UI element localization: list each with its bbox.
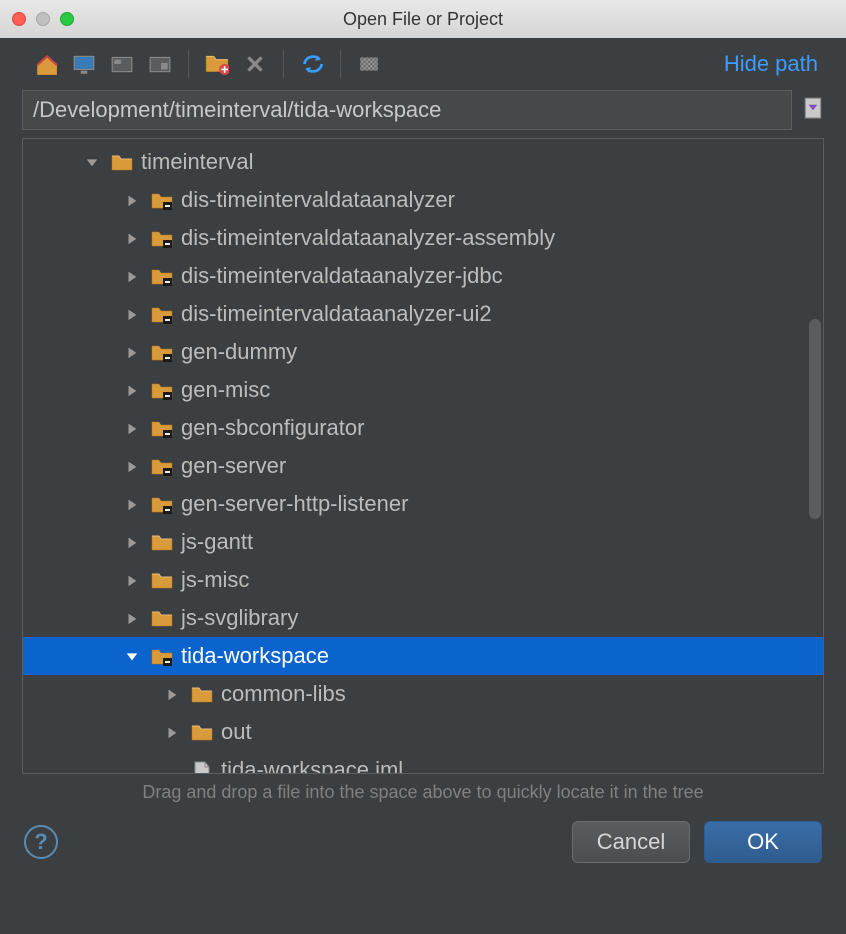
folder-icon bbox=[111, 152, 133, 172]
cancel-button[interactable]: Cancel bbox=[572, 821, 690, 863]
dialog-title: Open File or Project bbox=[0, 9, 846, 30]
dialog-buttons: ? Cancel OK bbox=[0, 815, 846, 879]
tree-row[interactable]: gen-sbconfigurator bbox=[23, 409, 823, 447]
tree-row[interactable]: js-misc bbox=[23, 561, 823, 599]
module-folder-icon bbox=[151, 494, 173, 514]
help-button[interactable]: ? bbox=[24, 825, 58, 859]
tree-item-label: gen-misc bbox=[181, 377, 270, 403]
module-folder-icon bbox=[151, 304, 173, 324]
file-tree[interactable]: timeinterval dis-timeintervaldataanalyzer… bbox=[22, 138, 824, 774]
tree-item-label: tida-workspace.iml bbox=[221, 757, 403, 774]
home-icon[interactable] bbox=[34, 52, 58, 76]
tree-item-label: gen-server bbox=[181, 453, 286, 479]
chevron-right-icon[interactable] bbox=[123, 457, 141, 475]
module-folder-icon bbox=[151, 380, 173, 400]
module-folder-icon bbox=[151, 266, 173, 286]
tree-row[interactable]: js-gantt bbox=[23, 523, 823, 561]
scrollbar-thumb[interactable] bbox=[809, 319, 821, 519]
tree-row[interactable]: gen-server-http-listener bbox=[23, 485, 823, 523]
tree-row[interactable]: gen-dummy bbox=[23, 333, 823, 371]
chevron-right-icon[interactable] bbox=[123, 305, 141, 323]
no-disclosure bbox=[163, 761, 181, 774]
module-folder-icon bbox=[151, 456, 173, 476]
tree-row[interactable]: dis-timeintervaldataanalyzer-ui2 bbox=[23, 295, 823, 333]
refresh-icon[interactable] bbox=[300, 52, 324, 76]
chevron-down-icon[interactable] bbox=[123, 647, 141, 665]
tree-row[interactable]: out bbox=[23, 713, 823, 751]
chevron-right-icon[interactable] bbox=[123, 381, 141, 399]
tree-item-label: dis-timeintervaldataanalyzer-jdbc bbox=[181, 263, 503, 289]
chevron-right-icon[interactable] bbox=[123, 267, 141, 285]
tree-row[interactable]: gen-misc bbox=[23, 371, 823, 409]
module-folder-icon bbox=[151, 418, 173, 438]
tree-item-label: common-libs bbox=[221, 681, 346, 707]
chevron-down-icon[interactable] bbox=[83, 153, 101, 171]
separator bbox=[340, 50, 341, 78]
history-dropdown-icon[interactable] bbox=[802, 96, 824, 124]
desktop-icon[interactable] bbox=[72, 52, 96, 76]
chevron-right-icon[interactable] bbox=[123, 571, 141, 589]
tree-item-label: tida-workspace bbox=[181, 643, 329, 669]
project-icon[interactable] bbox=[110, 52, 134, 76]
separator bbox=[283, 50, 284, 78]
show-hidden-icon[interactable] bbox=[357, 52, 381, 76]
folder-icon bbox=[151, 532, 173, 552]
tree-row[interactable]: dis-timeintervaldataanalyzer-jdbc bbox=[23, 257, 823, 295]
tree-row[interactable]: common-libs bbox=[23, 675, 823, 713]
tree-row[interactable]: timeinterval bbox=[23, 143, 823, 181]
tree-item-label: gen-sbconfigurator bbox=[181, 415, 364, 441]
window-controls bbox=[12, 12, 74, 26]
zoom-window-button[interactable] bbox=[60, 12, 74, 26]
module-icon[interactable] bbox=[148, 52, 172, 76]
tree-item-label: gen-dummy bbox=[181, 339, 297, 365]
chevron-right-icon[interactable] bbox=[123, 229, 141, 247]
tree-item-label: js-misc bbox=[181, 567, 249, 593]
chevron-right-icon[interactable] bbox=[123, 419, 141, 437]
chevron-right-icon[interactable] bbox=[123, 609, 141, 627]
file-icon bbox=[191, 760, 213, 774]
delete-icon[interactable] bbox=[243, 52, 267, 76]
titlebar: Open File or Project bbox=[0, 0, 846, 38]
tree-item-label: js-svglibrary bbox=[181, 605, 298, 631]
folder-icon bbox=[151, 570, 173, 590]
tree-row[interactable]: tida-workspace bbox=[23, 637, 823, 675]
tree-row[interactable]: js-svglibrary bbox=[23, 599, 823, 637]
tree-item-label: dis-timeintervaldataanalyzer bbox=[181, 187, 455, 213]
separator bbox=[188, 50, 189, 78]
tree-row[interactable]: dis-timeintervaldataanalyzer-assembly bbox=[23, 219, 823, 257]
chevron-right-icon[interactable] bbox=[123, 343, 141, 361]
chevron-right-icon[interactable] bbox=[123, 533, 141, 551]
module-folder-icon bbox=[151, 646, 173, 666]
tree-item-label: out bbox=[221, 719, 252, 745]
tree-item-label: timeinterval bbox=[141, 149, 253, 175]
chevron-right-icon[interactable] bbox=[123, 191, 141, 209]
new-folder-icon[interactable] bbox=[205, 52, 229, 76]
folder-icon bbox=[191, 684, 213, 704]
module-folder-icon bbox=[151, 228, 173, 248]
chevron-right-icon[interactable] bbox=[163, 685, 181, 703]
module-folder-icon bbox=[151, 190, 173, 210]
toolbar: Hide path bbox=[0, 38, 846, 90]
ok-button[interactable]: OK bbox=[704, 821, 822, 863]
folder-icon bbox=[191, 722, 213, 742]
chevron-right-icon[interactable] bbox=[163, 723, 181, 741]
folder-icon bbox=[151, 608, 173, 628]
tree-item-label: dis-timeintervaldataanalyzer-assembly bbox=[181, 225, 555, 251]
tree-row[interactable]: tida-workspace.iml bbox=[23, 751, 823, 774]
hide-path-link[interactable]: Hide path bbox=[724, 51, 818, 77]
drop-hint: Drag and drop a file into the space abov… bbox=[0, 774, 846, 815]
path-input[interactable] bbox=[22, 90, 792, 130]
tree-item-label: gen-server-http-listener bbox=[181, 491, 408, 517]
module-folder-icon bbox=[151, 342, 173, 362]
tree-item-label: dis-timeintervaldataanalyzer-ui2 bbox=[181, 301, 492, 327]
close-window-button[interactable] bbox=[12, 12, 26, 26]
chevron-right-icon[interactable] bbox=[123, 495, 141, 513]
tree-row[interactable]: dis-timeintervaldataanalyzer bbox=[23, 181, 823, 219]
tree-item-label: js-gantt bbox=[181, 529, 253, 555]
minimize-window-button[interactable] bbox=[36, 12, 50, 26]
tree-row[interactable]: gen-server bbox=[23, 447, 823, 485]
path-row bbox=[0, 90, 846, 138]
